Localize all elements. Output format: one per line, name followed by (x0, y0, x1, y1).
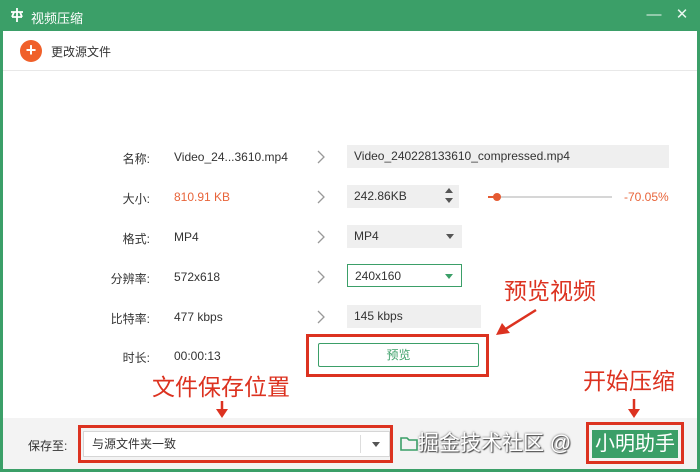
output-size-stepper[interactable]: 242.86KB (347, 185, 459, 208)
annotation-arrow-icon (216, 401, 228, 418)
compression-percent: -70.05% (624, 190, 669, 204)
output-resolution-select[interactable]: 240x160 (347, 264, 462, 287)
chevron-right-icon (317, 190, 325, 204)
chevron-right-icon (317, 310, 325, 324)
compression-slider-track[interactable] (488, 196, 612, 198)
original-bitrate: 477 kbps (174, 310, 223, 324)
save-location-highlight-box (78, 425, 393, 463)
caret-down-icon (446, 234, 454, 239)
save-location-annotation: 文件保存位置 (152, 375, 290, 401)
start-highlight-box (586, 422, 684, 464)
close-button[interactable]: ✕ (672, 5, 692, 25)
plus-icon: + (20, 40, 42, 62)
save-to-label: 保存至: (28, 439, 68, 453)
duration-label: 时长: (122, 351, 150, 365)
change-source-label: 更改源文件 (51, 44, 112, 59)
output-size-value: 242.86KB (354, 189, 407, 203)
output-format-value: MP4 (354, 229, 379, 243)
size-label: 大小: (122, 192, 150, 206)
bitrate-label: 比特率: (110, 312, 150, 326)
annotation-arrow-icon (496, 308, 537, 335)
output-name-field[interactable]: Video_240228133610_compressed.mp4 (347, 145, 669, 168)
original-name: Video_24...3610.mp4 (174, 150, 288, 164)
original-format: MP4 (174, 230, 199, 244)
annotation-arrow-icon (628, 399, 640, 418)
format-label: 格式: (122, 232, 150, 246)
caret-down-icon (445, 274, 453, 279)
watermark-text: 掘金技术社区 @ (418, 432, 572, 455)
chevron-right-icon (317, 230, 325, 244)
window-frame (0, 31, 700, 472)
start-compress-annotation: 开始压缩 (583, 369, 675, 395)
original-resolution: 572x618 (174, 270, 221, 284)
preview-highlight-box (306, 334, 489, 377)
preview-video-annotation: 预览视频 (504, 279, 596, 305)
change-source-button[interactable]: + 更改源文件 (20, 40, 111, 62)
original-size: 810.91 KB (174, 190, 231, 204)
resolution-label: 分辨率: (110, 272, 150, 286)
chevron-right-icon (317, 150, 325, 164)
compression-slider-thumb[interactable] (493, 193, 501, 201)
output-resolution-value: 240x160 (355, 269, 402, 283)
app-logo-icon (11, 8, 23, 22)
folder-icon[interactable] (400, 436, 418, 451)
spin-up-icon[interactable] (445, 188, 453, 193)
toolbar: + 更改源文件 (3, 31, 697, 71)
spin-down-icon[interactable] (445, 198, 453, 203)
output-bitrate-field[interactable]: 145 kbps (347, 305, 481, 328)
window-title: 视频压缩 (31, 11, 84, 26)
name-label: 名称: (122, 152, 150, 166)
chevron-right-icon (317, 270, 325, 284)
minimize-button[interactable]: — (644, 5, 664, 25)
title-bar: 视频压缩 — ✕ (0, 0, 700, 31)
original-duration: 00:00:13 (174, 349, 221, 363)
output-format-select[interactable]: MP4 (347, 225, 462, 248)
